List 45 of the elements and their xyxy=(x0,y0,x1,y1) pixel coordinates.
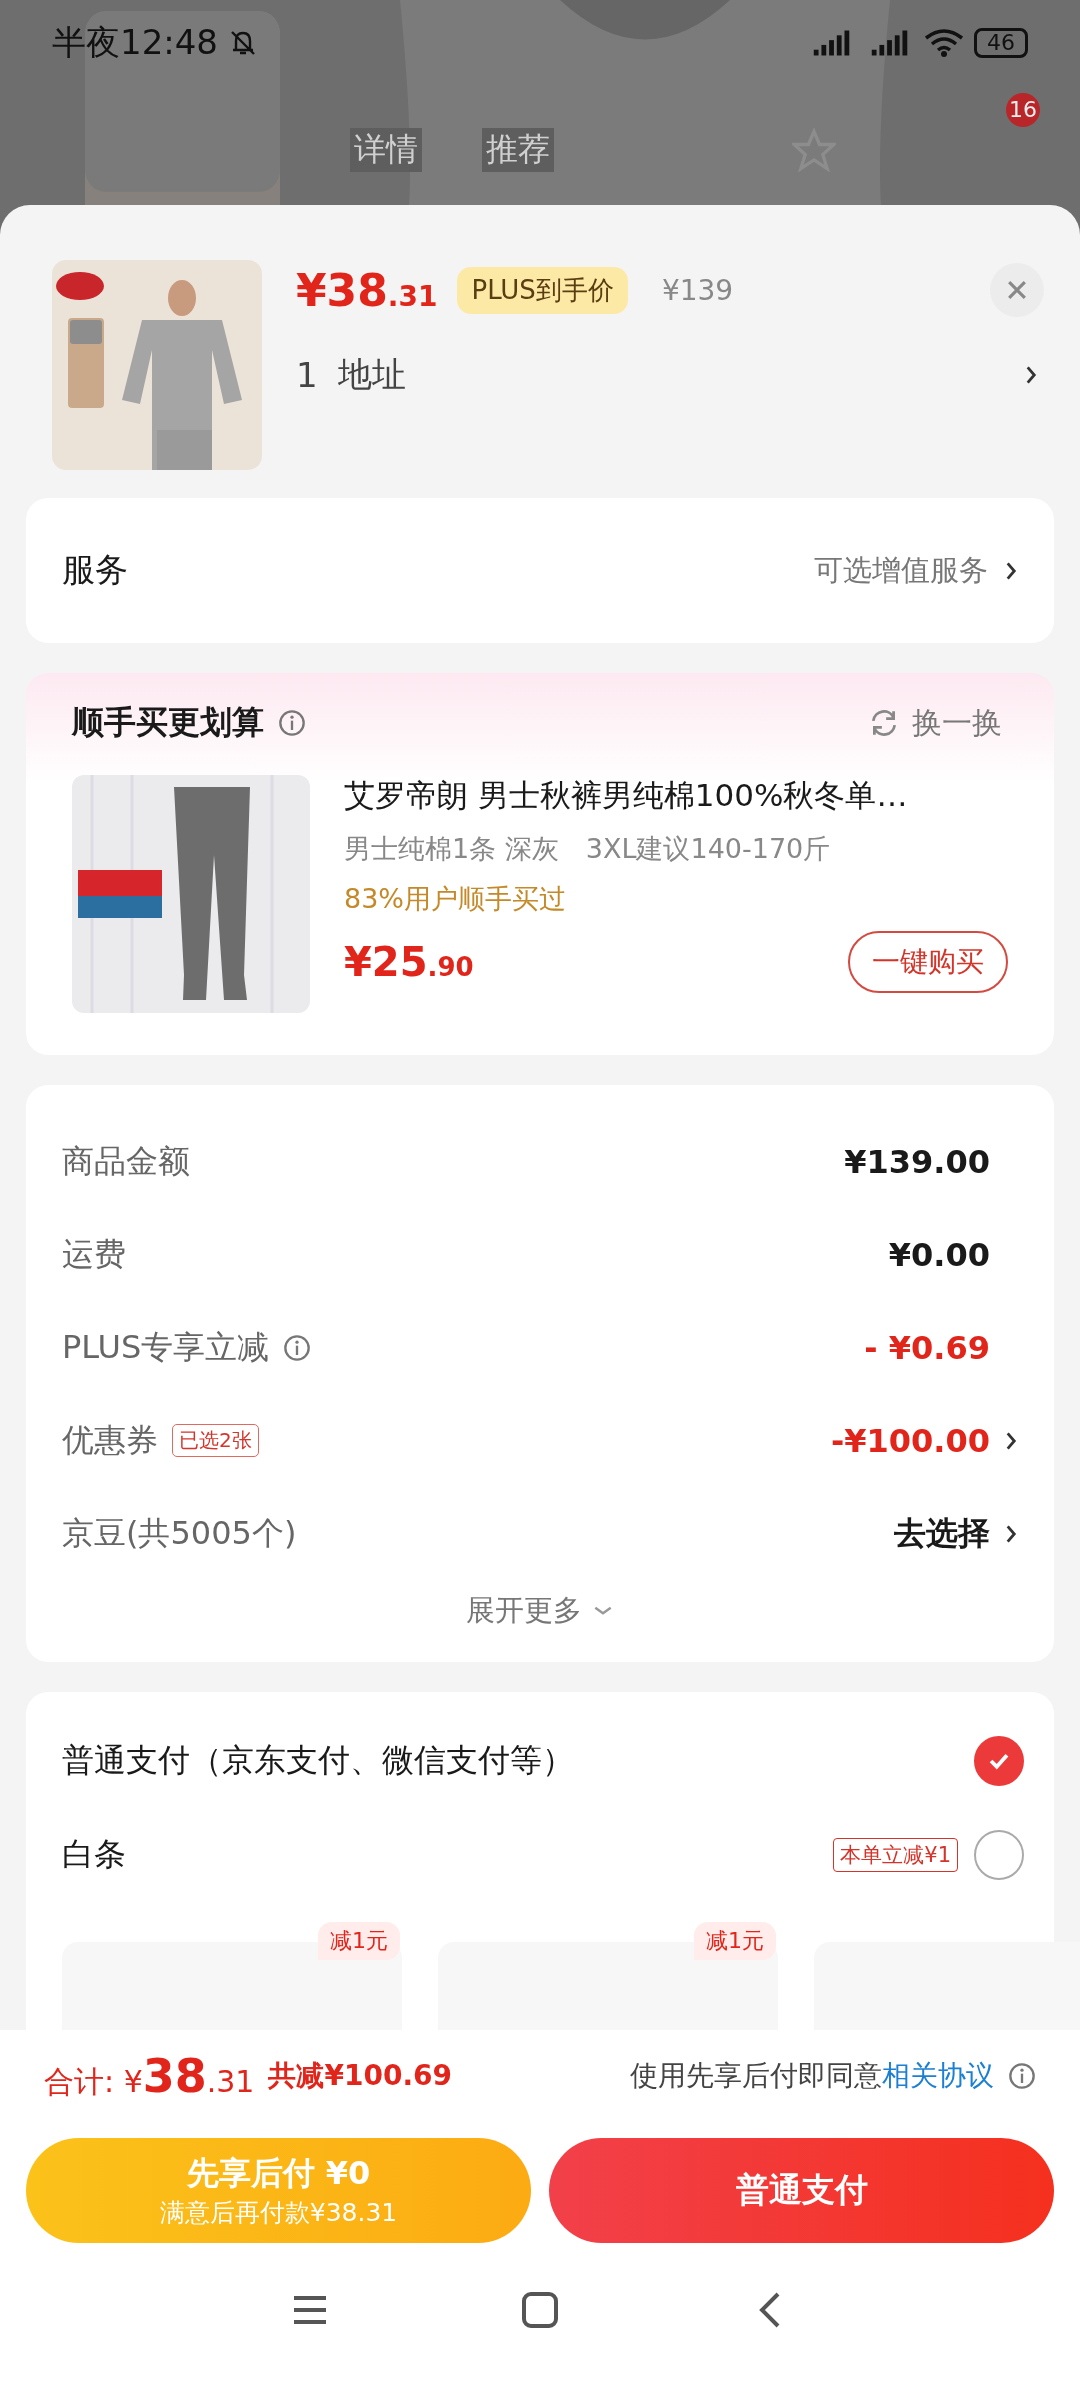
service-label: 服务 xyxy=(62,549,128,591)
agreement-text: 使用先享后付即同意相关协议 xyxy=(630,2058,994,2094)
upsell-title: 顺手买更划算 xyxy=(72,702,264,743)
product-price: ¥38.31 xyxy=(296,264,438,316)
quantity: 1 xyxy=(296,355,318,395)
home-icon[interactable] xyxy=(520,2290,560,2330)
fee-value: ¥139.00 xyxy=(844,1142,990,1181)
radio-button[interactable] xyxy=(974,1736,1024,1786)
upsell-price: ¥25.90 xyxy=(344,939,474,985)
buy-now-button[interactable]: 一键购买 xyxy=(848,931,1008,993)
payment-method[interactable]: 白条 xyxy=(62,1833,126,1877)
upsell-spec: 男士纯棉1条 深灰 3XL建议140-170斤 xyxy=(344,832,832,866)
address-row[interactable]: 1 地址 xyxy=(296,352,1054,398)
service-card[interactable]: 服务 可选增值服务 xyxy=(26,498,1054,643)
info-icon[interactable] xyxy=(283,1333,312,1362)
radio-button[interactable] xyxy=(974,1830,1024,1880)
pay-button[interactable]: 普通支付 xyxy=(549,2138,1054,2243)
discount-tag: 本单立减¥1 xyxy=(833,1838,958,1872)
fee-value: 去选择 xyxy=(894,1512,990,1554)
discount-tag: 减1元 xyxy=(694,1922,776,1960)
fee-value: ¥0.00 xyxy=(888,1235,990,1274)
total-price: 合计: ¥38.31 xyxy=(44,2049,255,2103)
info-icon[interactable] xyxy=(278,709,306,737)
info-icon[interactable] xyxy=(1008,2062,1036,2090)
service-value: 可选增值服务 xyxy=(814,551,988,589)
coupon-tag: 已选2张 xyxy=(172,1424,259,1457)
upsell-social-proof: 83%用户顺手买过 xyxy=(344,882,567,916)
fee-label: PLUS专享立减 xyxy=(62,1326,270,1368)
total-saving: 共减¥100.69 xyxy=(268,2058,452,2094)
refresh-button[interactable]: 换一换 xyxy=(862,701,1008,745)
expand-more-button[interactable]: 展开更多 xyxy=(460,1590,620,1632)
fee-label: 商品金额 xyxy=(62,1140,190,1182)
discount-tag: 减1元 xyxy=(318,1922,400,1960)
agreement-link[interactable]: 相关协议 xyxy=(882,2059,994,2092)
fee-label: 京豆(共5005个) xyxy=(62,1512,297,1554)
fee-label: 优惠券 xyxy=(62,1419,158,1461)
address-label: 地址 xyxy=(337,353,406,396)
payment-method[interactable]: 普通支付（京东支付、微信支付等） xyxy=(62,1739,574,1783)
fee-value: -¥100.00 xyxy=(830,1421,990,1460)
fee-value: - ¥0.69 xyxy=(864,1328,990,1367)
upsell-product-name[interactable]: 艾罗帝朗 男士秋裤男纯棉100%秋冬单… xyxy=(344,775,1008,817)
plus-price-tag: PLUS到手价 xyxy=(457,266,628,314)
chevron-icon xyxy=(1024,364,1038,386)
original-price: ¥139 xyxy=(661,273,734,307)
fee-label: 运费 xyxy=(62,1233,126,1275)
